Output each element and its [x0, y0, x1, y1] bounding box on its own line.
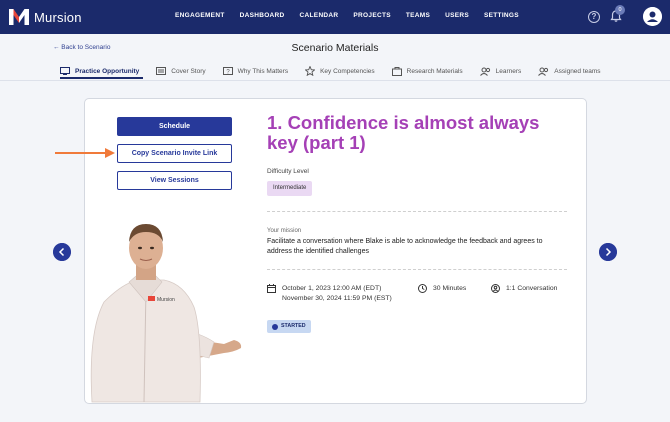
mursion-logo-mark [9, 9, 29, 25]
notification-badge: 0 [615, 5, 625, 15]
copy-invite-link-button[interactable]: Copy Scenario Invite Link [117, 144, 232, 163]
tab-research-materials[interactable]: Research Materials [391, 64, 463, 78]
date-end: November 30, 2024 11:59 PM (EST) [282, 295, 392, 302]
schedule-button[interactable]: Schedule [117, 117, 232, 136]
nav-engagement[interactable]: ENGAGEMENT [175, 12, 225, 19]
difficulty-badge: Intermediate [267, 181, 313, 196]
difficulty-label: Difficulty Level [267, 168, 309, 175]
conversation-type: 1:1 Conversation [491, 284, 557, 294]
tab-label: Cover Story [171, 67, 206, 75]
date-start: October 1, 2023 12:00 AM (EDT) [282, 285, 382, 292]
tab-label: Why This Matters [237, 67, 289, 75]
scenario-title: 1. Confidence is almost always key (part… [267, 112, 540, 153]
top-nav: Mursion ENGAGEMENT DASHBOARD CALENDAR PR… [0, 0, 670, 34]
person-circle-icon [491, 284, 500, 293]
teams-icon [538, 67, 549, 76]
research-icon [391, 66, 402, 76]
status-check-icon [272, 323, 278, 330]
competencies-icon [305, 66, 316, 76]
status-text: STARTED [281, 323, 306, 329]
tab-label: Research Materials [406, 67, 463, 75]
tab-key-competencies[interactable]: Key Competencies [305, 64, 375, 78]
tab-learners[interactable]: Learners [479, 64, 522, 78]
page-title: Scenario Materials [291, 42, 379, 54]
mission-label: Your mission [267, 228, 302, 234]
view-sessions-button[interactable]: View Sessions [117, 171, 232, 190]
svg-text:Mursion: Mursion [157, 297, 175, 303]
brand-name: Mursion [34, 9, 82, 25]
nav-users[interactable]: USERS [445, 12, 469, 19]
nav-calendar[interactable]: CALENDAR [300, 12, 339, 19]
tab-bar: Practice Opportunity Cover Story ? Why T… [60, 64, 618, 78]
active-tab-indicator [60, 77, 143, 79]
why-matters-icon: ? [222, 67, 233, 75]
tab-label: Assigned teams [554, 67, 601, 75]
clock-icon [418, 284, 427, 293]
practice-icon [60, 67, 70, 75]
calendar-icon [267, 284, 276, 293]
nav-projects[interactable]: PROJECTS [353, 12, 390, 19]
previous-arrow-icon[interactable] [53, 243, 71, 261]
mission-text: Facilitate a conversation where Blake is… [267, 238, 543, 255]
annotation-arrow-icon [55, 148, 115, 158]
divider [267, 211, 567, 212]
divider [267, 269, 567, 270]
cover-story-icon [156, 67, 167, 75]
main-menu: ENGAGEMENT DASHBOARD CALENDAR PROJECTS T… [175, 12, 534, 19]
tab-practice-opportunity[interactable]: Practice Opportunity [60, 64, 139, 78]
tab-cover-story[interactable]: Cover Story [156, 64, 206, 78]
tab-label: Key Competencies [320, 67, 375, 75]
nav-settings[interactable]: SETTINGS [484, 12, 519, 19]
duration: 30 Minutes [418, 284, 466, 294]
divider [0, 80, 670, 81]
conversation-value: 1:1 Conversation [506, 285, 558, 292]
help-icon[interactable]: ? [588, 11, 600, 23]
learners-icon [479, 67, 490, 76]
tab-assigned-teams[interactable]: Assigned teams [538, 64, 601, 78]
tab-why-this-matters[interactable]: ? Why This Matters [222, 64, 289, 78]
next-arrow-icon[interactable] [599, 243, 617, 261]
nav-dashboard[interactable]: DASHBOARD [240, 12, 285, 19]
avatar-character-illustration: Mursion [90, 224, 242, 403]
status-badge: STARTED [267, 320, 311, 333]
tab-label: Practice Opportunity [75, 67, 140, 75]
duration-value: 30 Minutes [433, 285, 467, 292]
user-avatar-icon[interactable] [643, 7, 662, 26]
nav-teams[interactable]: TEAMS [406, 12, 430, 19]
mursion-logo[interactable]: Mursion [9, 9, 82, 25]
tab-label: Learners [495, 67, 522, 75]
schedule-dates: October 1, 2023 12:00 AM (EDT) November … [267, 284, 392, 304]
